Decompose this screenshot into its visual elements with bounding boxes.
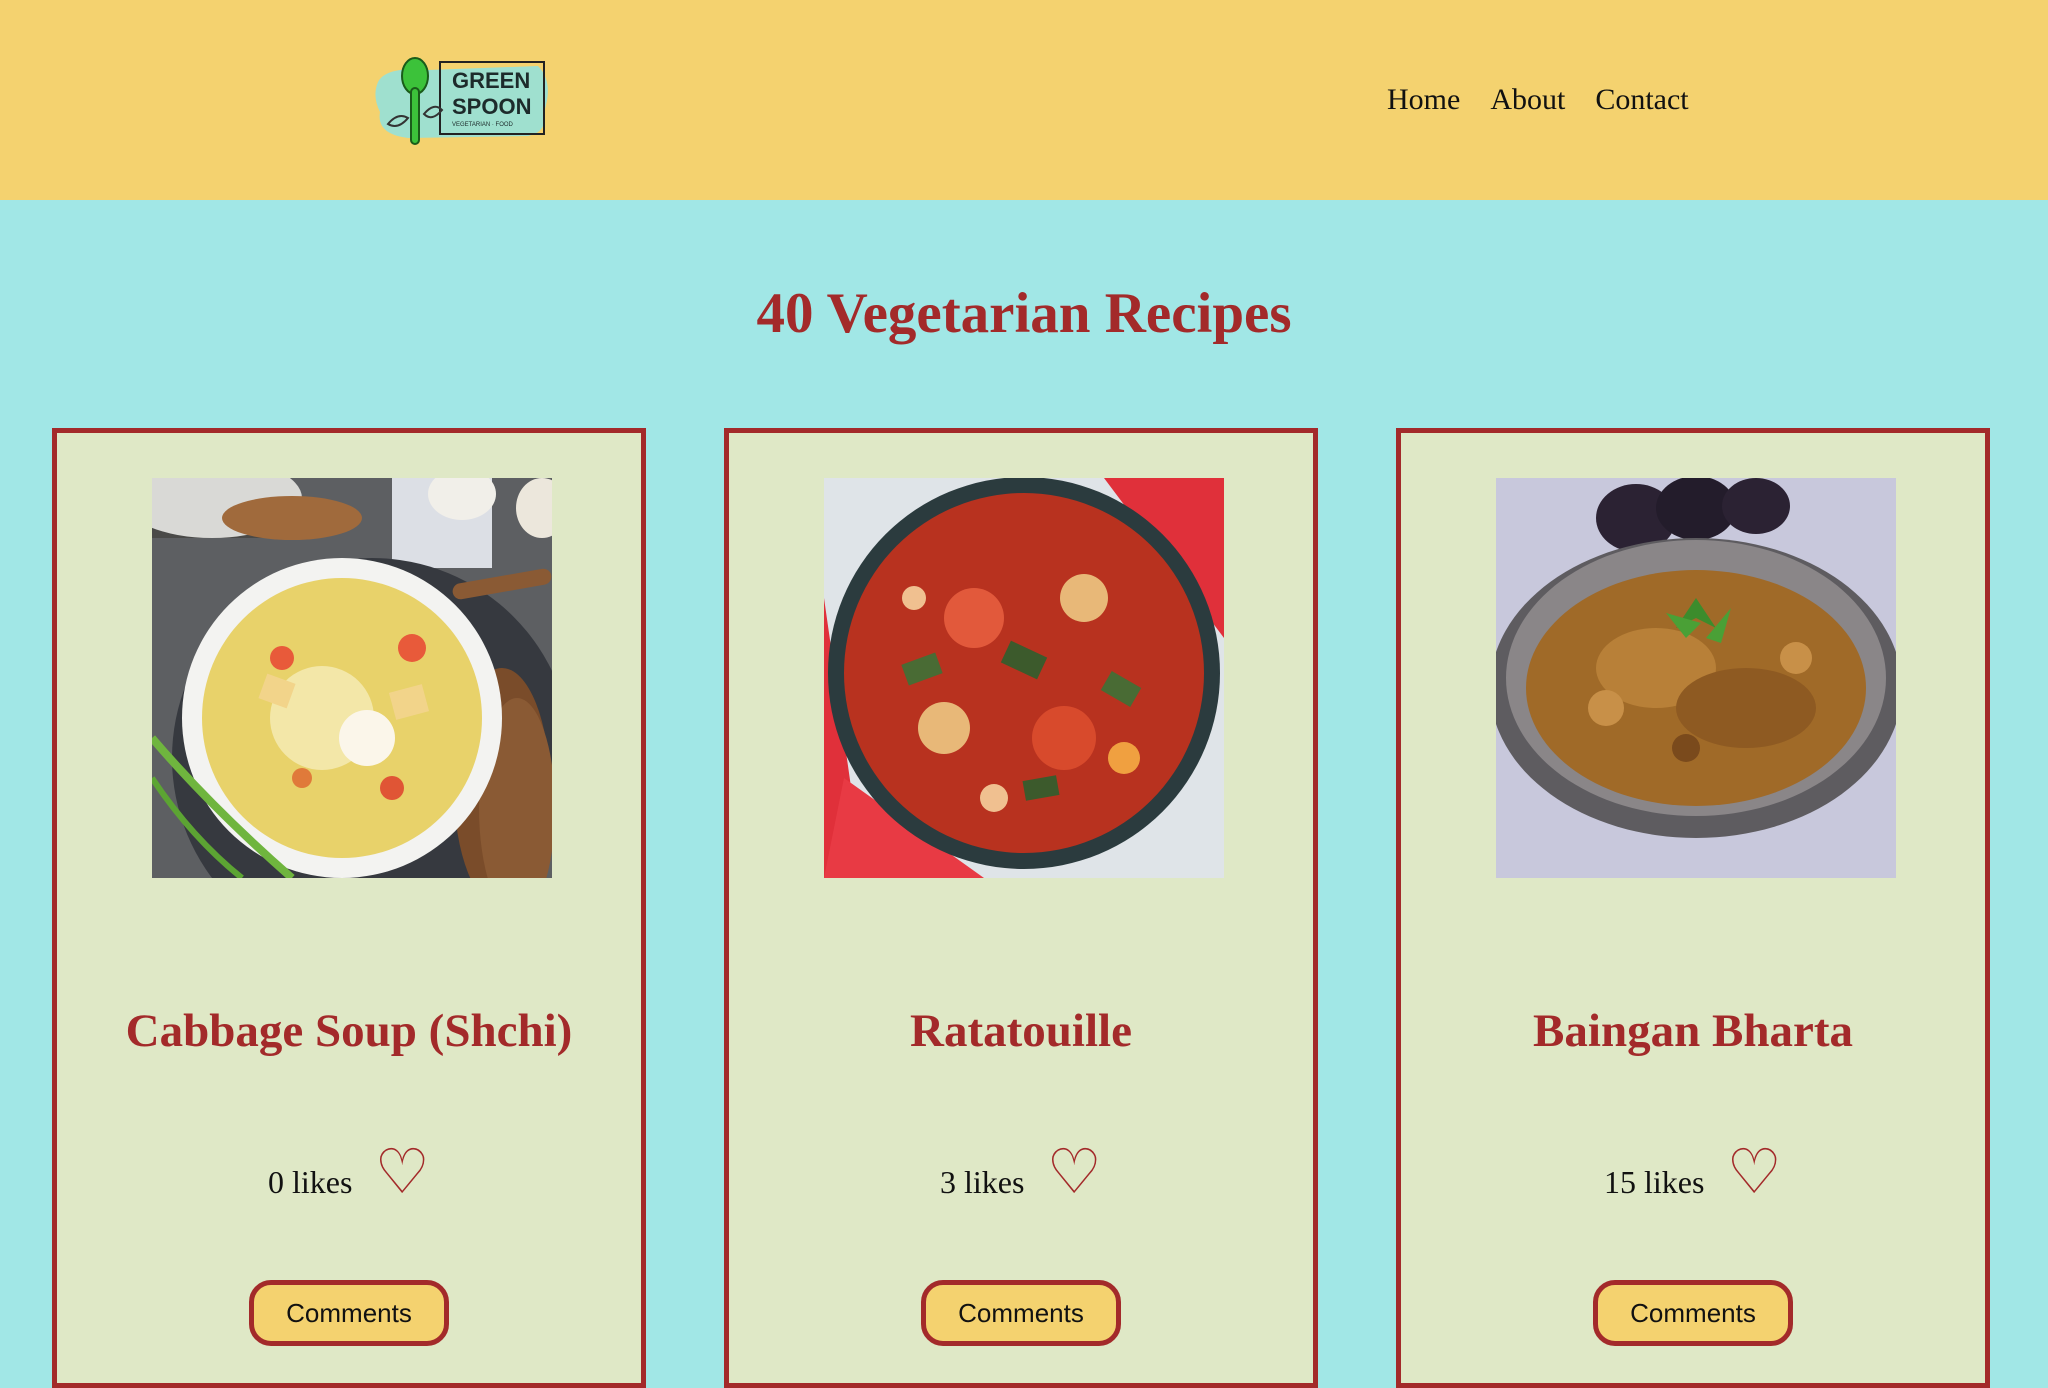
- comments-button[interactable]: Comments: [249, 1280, 449, 1346]
- nav-contact-link[interactable]: Contact: [1595, 80, 1688, 120]
- main-nav: Home About Contact: [1387, 80, 1689, 120]
- recipe-card: Cabbage Soup (Shchi) 0 likes ♡ Comments: [52, 428, 646, 1388]
- recipe-card: Ratatouille 3 likes ♡ Comments: [724, 428, 1318, 1388]
- recipe-title[interactable]: Cabbage Soup (Shchi): [57, 1001, 641, 1061]
- likes-count: 15 likes: [1603, 1163, 1705, 1200]
- likes-count: 3 likes: [939, 1163, 1025, 1200]
- recipe-title[interactable]: Baingan Bharta: [1401, 1001, 1985, 1061]
- nav-about-link[interactable]: About: [1490, 80, 1565, 120]
- site-header: GREEN SPOON VEGETARIAN · FOOD Home About…: [0, 0, 2048, 200]
- heart-outline-icon[interactable]: ♡: [1726, 1142, 1782, 1204]
- comments-button[interactable]: Comments: [1593, 1280, 1793, 1346]
- recipe-card: Baingan Bharta 15 likes ♡ Comments: [1396, 428, 1990, 1388]
- likes-row: 0 likes ♡: [57, 1133, 641, 1213]
- likes-row: 3 likes ♡: [729, 1133, 1313, 1213]
- likes-row: 15 likes ♡: [1401, 1133, 1985, 1213]
- page-title: 40 Vegetarian Recipes: [756, 282, 1292, 345]
- ratatouille-photo[interactable]: [824, 478, 1224, 878]
- svg-text:GREEN: GREEN: [452, 68, 530, 93]
- likes-count: 0 likes: [267, 1163, 353, 1200]
- svg-text:SPOON: SPOON: [452, 94, 531, 119]
- baingan-bharta-photo[interactable]: [1496, 478, 1896, 878]
- cabbage-soup-photo[interactable]: [152, 478, 552, 878]
- recipe-title[interactable]: Ratatouille: [729, 1001, 1313, 1061]
- comments-button[interactable]: Comments: [921, 1280, 1121, 1346]
- nav-home-link[interactable]: Home: [1387, 80, 1460, 120]
- green-spoon-logo[interactable]: GREEN SPOON VEGETARIAN · FOOD: [368, 52, 556, 148]
- heart-outline-icon[interactable]: ♡: [374, 1142, 430, 1204]
- heart-outline-icon[interactable]: ♡: [1046, 1142, 1102, 1204]
- svg-text:VEGETARIAN · FOOD: VEGETARIAN · FOOD: [452, 122, 514, 128]
